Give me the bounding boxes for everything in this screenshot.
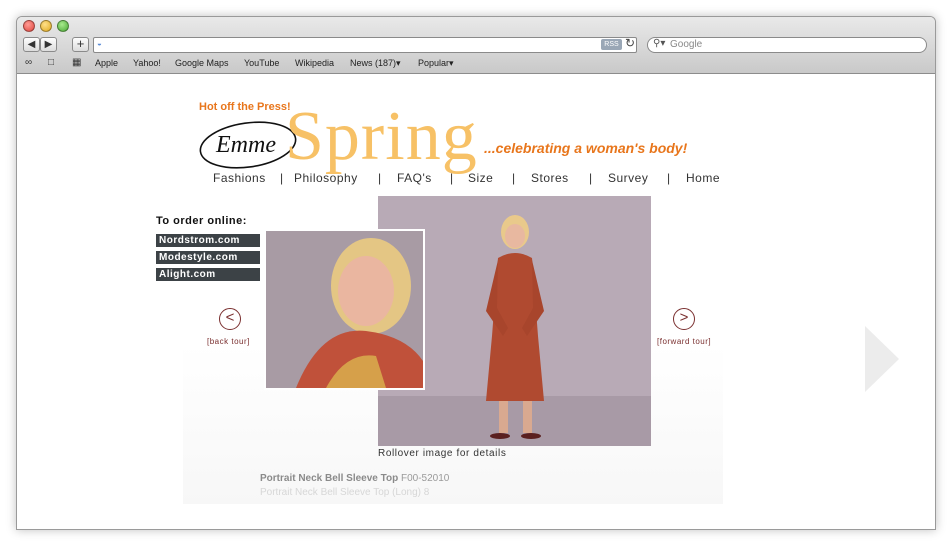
nav-separator: | (280, 171, 284, 185)
nav-separator: | (450, 171, 454, 185)
product-name: Portrait Neck Bell Sleeve Top (260, 473, 399, 484)
store-link-nordstrom[interactable]: Nordstrom.com (156, 234, 260, 247)
top-sites-grid-icon[interactable]: ▦ (72, 57, 81, 68)
nav-stores[interactable]: Stores (531, 171, 569, 185)
search-placeholder: Google (670, 39, 703, 50)
store-link-alight[interactable]: Alight.com (156, 268, 260, 281)
season-title: Spring (285, 98, 478, 175)
back-button[interactable]: ◀ (23, 37, 40, 52)
bookmark-news[interactable]: News (187)▾ (350, 58, 401, 69)
nav-separator: | (589, 171, 593, 185)
nav-fashions[interactable]: Fashions (213, 171, 266, 185)
plus-icon: + (76, 36, 85, 51)
bookmark-google-maps[interactable]: Google Maps (175, 58, 229, 68)
product-code: F00-52010 (400, 473, 450, 484)
tagline: ...celebrating a woman's body! (484, 140, 688, 156)
search-field[interactable]: ⚲▾ Google (647, 37, 927, 53)
nav-home[interactable]: Home (686, 171, 720, 185)
bookmark-apple[interactable]: Apple (95, 58, 118, 68)
chevron-right-icon: > (679, 309, 689, 326)
search-icon: ⚲▾ (653, 38, 666, 49)
product-line-1: Portrait Neck Bell Sleeve Top F00-52010 (260, 473, 449, 484)
back-arrow-icon: ◀ (27, 39, 36, 50)
back-tour-label[interactable]: [back tour] (207, 337, 250, 346)
bookmarks-book-icon[interactable]: □ (48, 57, 54, 68)
web-page: Hot off the Press! Emme Spring ...celebr… (17, 74, 935, 529)
bookmark-youtube[interactable]: YouTube (244, 58, 279, 68)
rollover-caption: Rollover image for details (378, 448, 507, 459)
zoom-window-button[interactable] (57, 20, 69, 32)
bookmark-popular[interactable]: Popular▾ (418, 58, 454, 69)
store-link-modestyle[interactable]: Modestyle.com (156, 251, 260, 264)
bookmark-wikipedia[interactable]: Wikipedia (295, 58, 334, 68)
nav-faqs[interactable]: FAQ's (397, 171, 432, 185)
site-favicon-icon: ◒ (97, 39, 102, 48)
chevron-left-icon: < (225, 309, 235, 326)
forward-tour-label[interactable]: [forward tour] (657, 337, 711, 346)
nav-survey[interactable]: Survey (608, 171, 648, 185)
nav-separator: | (667, 171, 671, 185)
bookmark-yahoo[interactable]: Yahoo! (133, 58, 161, 68)
nav-separator: | (378, 171, 382, 185)
detail-product-photo[interactable] (264, 229, 425, 390)
order-online-heading: To order online: (156, 215, 247, 227)
address-field[interactable]: ◒ (93, 37, 637, 53)
nav-separator: | (512, 171, 516, 185)
emme-logo[interactable]: Emme (198, 116, 298, 172)
close-window-button[interactable] (23, 20, 35, 32)
forward-tour-button[interactable]: > (673, 308, 695, 330)
nav-size[interactable]: Size (468, 171, 493, 185)
svg-text:Emme: Emme (215, 132, 276, 158)
reload-icon[interactable]: ↻ (625, 36, 635, 50)
forward-arrow-icon: ▶ (44, 39, 53, 50)
browser-window: ◀ ▶ + ◒ RSS ↻ ⚲▾ Google ∞ □ ▦ Apple Yaho… (16, 16, 936, 530)
add-bookmark-button[interactable]: + (72, 37, 89, 52)
rss-button[interactable]: RSS (601, 39, 622, 50)
model-portrait (266, 231, 423, 388)
browser-toolbar: ◀ ▶ + ◒ RSS ↻ ⚲▾ Google ∞ □ ▦ Apple Yaho… (17, 17, 935, 74)
reading-glasses-icon[interactable]: ∞ (25, 57, 32, 68)
forward-button[interactable]: ▶ (40, 37, 57, 52)
product-line-2: Portrait Neck Bell Sleeve Top (Long) 8 (260, 487, 430, 498)
press-link[interactable]: Hot off the Press! (199, 101, 291, 113)
back-tour-button[interactable]: < (219, 308, 241, 330)
next-page-arrow-icon[interactable] (865, 326, 899, 392)
minimize-window-button[interactable] (40, 20, 52, 32)
nav-philosophy[interactable]: Philosophy (294, 171, 358, 185)
